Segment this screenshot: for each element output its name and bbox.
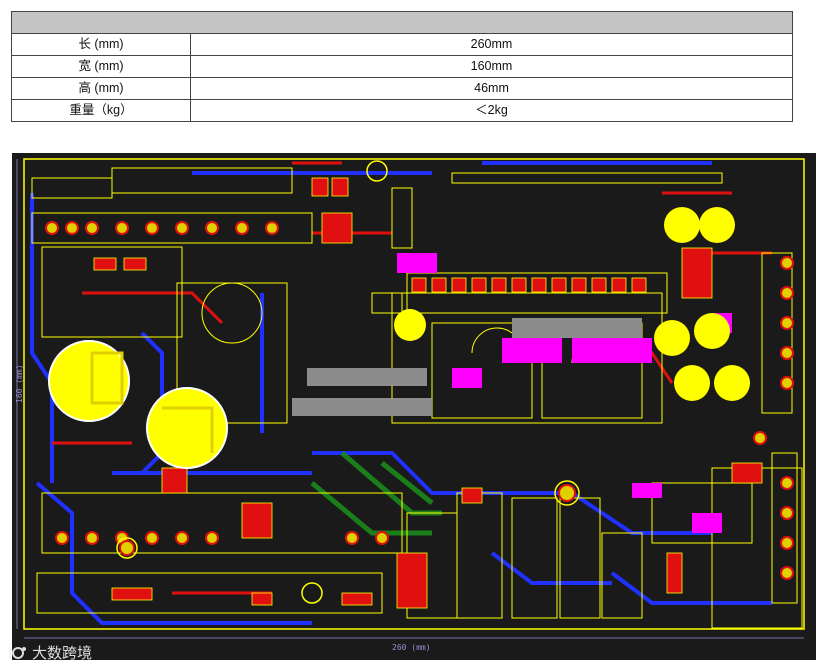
- spec-row-weight: 重量（kg） ＜2kg: [11, 99, 793, 122]
- spec-key-height: 高 (mm): [11, 77, 191, 100]
- watermark-text: 大数跨境: [32, 644, 93, 662]
- bottom-dimension-label: 260 (mm): [392, 643, 431, 652]
- spec-table: 长 (mm) 260mm 宽 (mm) 160mm 高 (mm) 46mm 重量…: [11, 11, 793, 122]
- spec-row-height: 高 (mm) 46mm: [11, 77, 793, 100]
- spec-value-weight: ＜2kg: [190, 99, 793, 122]
- spec-value-width: 160mm: [190, 55, 793, 78]
- pcb-layout-drawing: 260 (mm) 160 (mm): [12, 153, 816, 660]
- spec-table-header: [11, 11, 793, 34]
- spec-row-length: 长 (mm) 260mm: [11, 33, 793, 56]
- spec-value-length: 260mm: [190, 33, 793, 56]
- spec-key-length: 长 (mm): [11, 33, 191, 56]
- spec-row-width: 宽 (mm) 160mm: [11, 55, 793, 78]
- spec-table-header-row: [11, 11, 793, 34]
- spec-key-width: 宽 (mm): [11, 55, 191, 78]
- left-dimension-label: 160 (mm): [15, 364, 24, 403]
- watermark: 大数跨境: [8, 642, 92, 663]
- spec-key-weight: 重量（kg）: [11, 99, 191, 122]
- bigdata-cross-border-logo-icon: [8, 645, 28, 661]
- pcb-layout-image: 260 (mm) 160 (mm): [12, 153, 816, 660]
- spec-value-height: 46mm: [190, 77, 793, 100]
